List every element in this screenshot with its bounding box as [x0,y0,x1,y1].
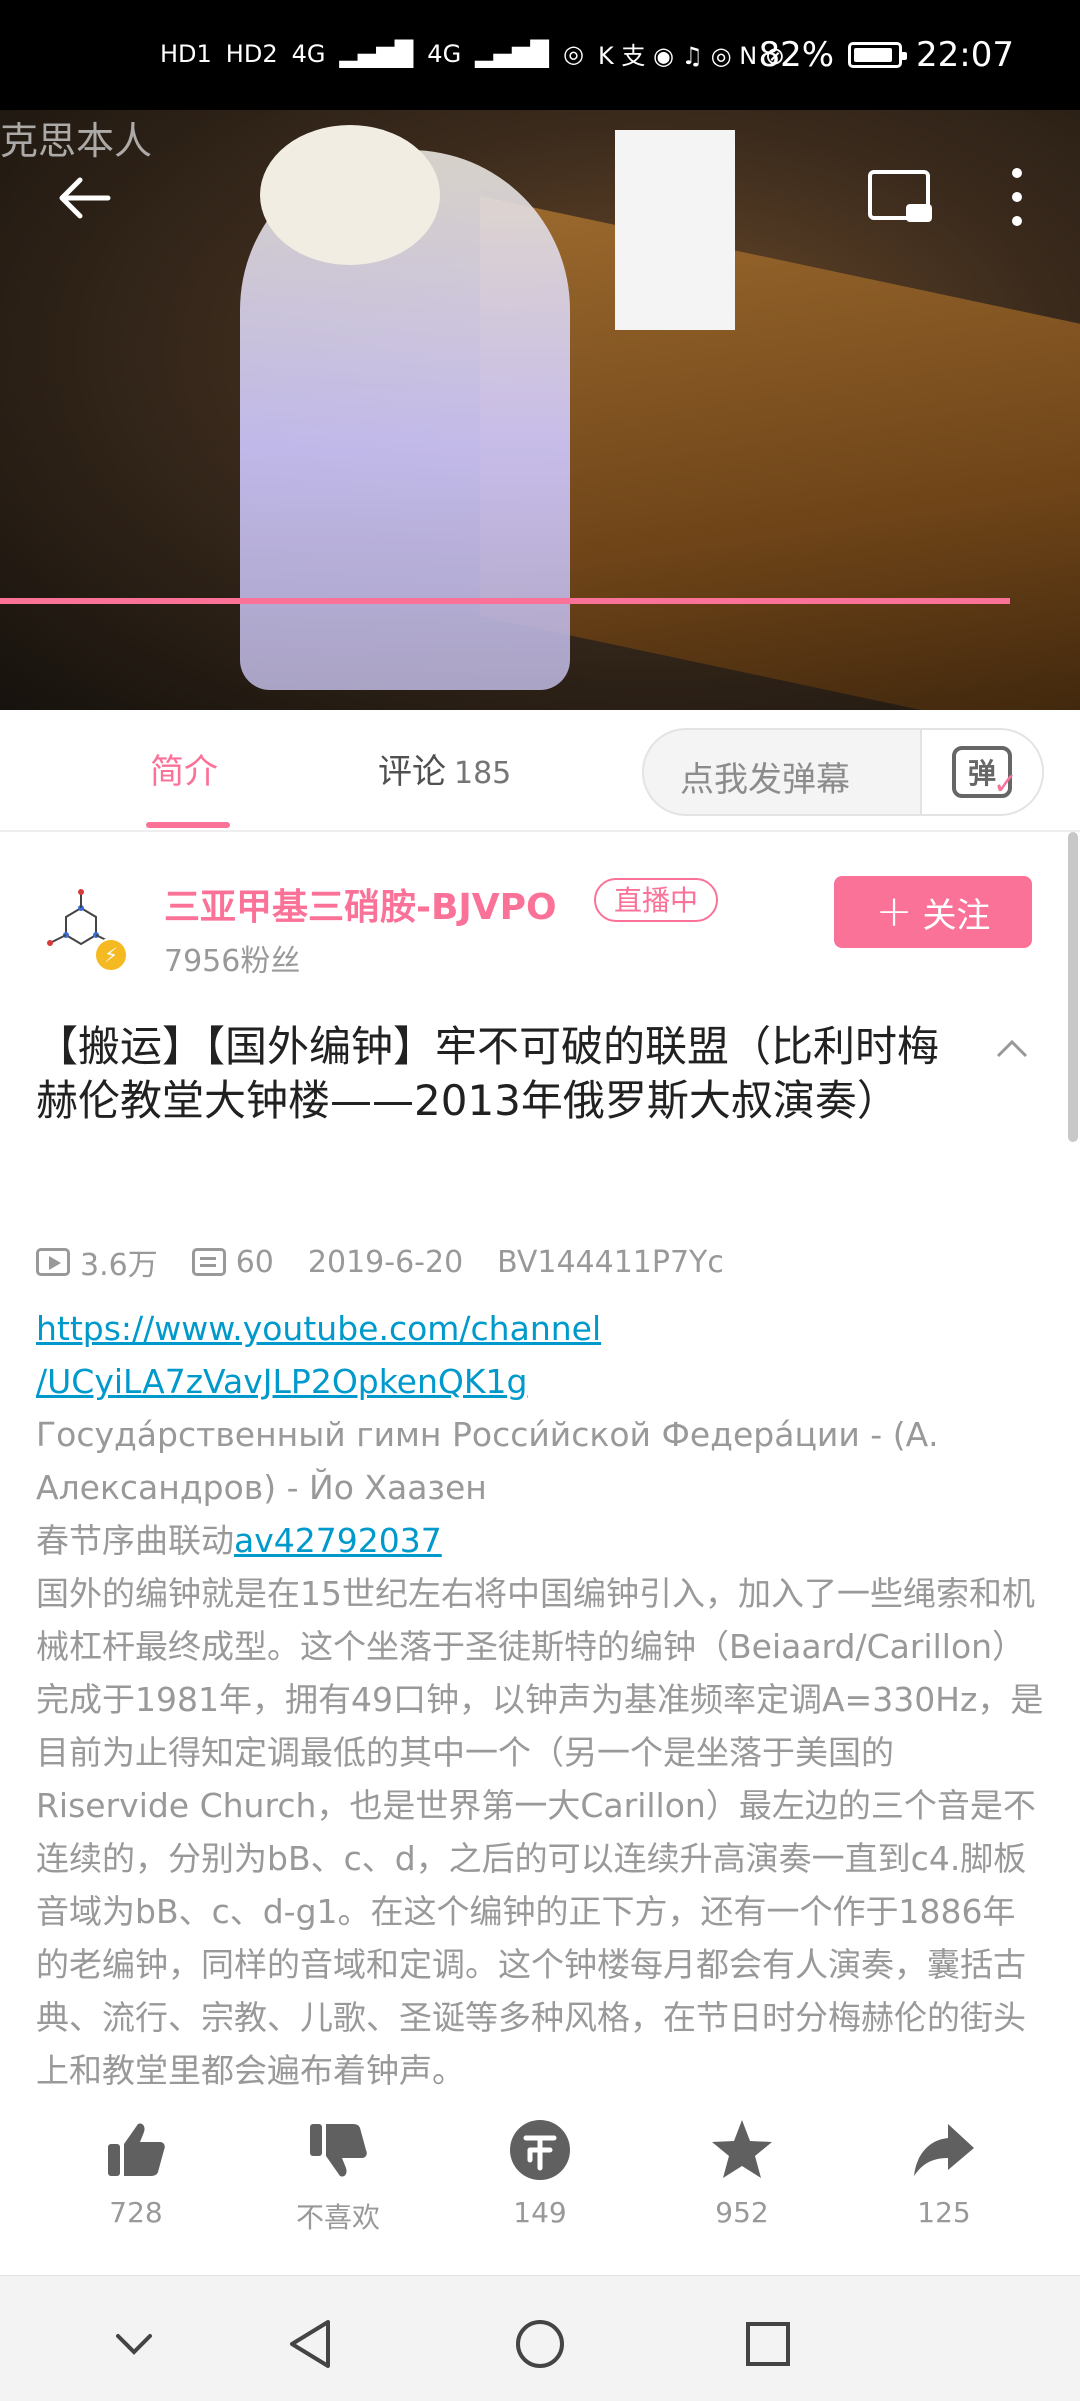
check-icon: ✓ [992,767,1018,802]
coin-icon [508,2118,572,2182]
notification-icons: K 支 ◉ ♫ ◎ N ⊘ [597,42,785,70]
system-nav-bar [0,2275,1080,2401]
danmaku-count-icon [191,1248,226,1276]
tab-comments-count: 185 [454,756,512,791]
danmaku-icon-glyph: 弹 [967,757,996,790]
video-watermark: 克思本人 [0,119,153,163]
hotspot-icon: ◎ [563,39,584,68]
video-progress-bar[interactable] [0,598,1010,604]
hd2-label: HD2 [225,39,278,68]
festival-av-link[interactable]: av42792037 [234,1521,442,1560]
chevron-down-icon[interactable] [104,2314,164,2374]
network-4g-label-2: 4G [427,39,462,68]
action-bar: 728 不喜欢 149 952 125 [0,2118,1080,2248]
play-count-icon [36,1248,70,1276]
anthem-text: Госуда́рственный гимн Росси́йской Федера… [36,1415,939,1507]
festival-line: 春节序曲联动av42792037 [36,1514,1046,1567]
chevron-up-icon[interactable] [996,1032,1028,1064]
view-count: 3.6万 [80,1248,158,1283]
fans-count: 7956粉丝 [164,944,301,979]
battery-icon [848,42,908,68]
clock: 22:07 [916,35,1014,75]
network-4g-label: 4G [291,39,326,68]
scrollbar[interactable] [1068,832,1078,1142]
tab-bar: 简介 评论 185 点我发弹幕 弹 ✓ [0,714,1080,832]
thumbs-up-icon [104,2118,168,2182]
coin-button[interactable]: 149 [470,2118,610,2229]
video-player[interactable]: 克思本人 [0,110,1080,710]
follow-button[interactable]: + 关注 [834,876,1032,948]
coin-count: 149 [513,2196,567,2229]
share-arrow-icon [912,2118,976,2182]
live-badge[interactable]: 直播中 [594,878,719,922]
tab-comments[interactable]: 评论 185 [378,744,511,793]
back-arrow-icon[interactable] [56,170,112,226]
signal-bars-icon: ▂▄▆█ [339,39,414,68]
follow-label: 关注 [922,895,991,936]
tab-intro[interactable]: 简介 [150,744,218,793]
youtube-link-line1[interactable]: https://www.youtube.com/channel [36,1302,1046,1355]
favorite-button[interactable]: 952 [672,2118,812,2229]
danmaku-input[interactable]: 点我发弹幕 弹 ✓ [642,728,1044,816]
nav-back-icon[interactable] [280,2314,340,2374]
plus-icon: + [875,886,913,937]
dislike-button[interactable]: 不喜欢 [268,2118,408,2236]
description-body: 国外的编钟就是在15世纪左右将中国编钟引入，加入了一些绳索和机械杠杆最终成型。这… [36,1574,1044,2090]
more-options-icon[interactable] [1010,168,1024,228]
nav-home-icon[interactable] [510,2314,570,2374]
verified-lightning-icon: ⚡ [94,938,128,972]
danmaku-count: 60 [235,1244,274,1280]
music-sheet [615,130,735,330]
hd1-label: HD1 [160,39,212,68]
status-bar: HD1 HD2 4G ▂▄▆█ 4G ▂▄▆█ ◎ K 支 ◉ ♫ ◎ N ⊘ … [0,0,1080,110]
uploader-name[interactable]: 三亚甲基三硝胺-BJVPO [164,878,557,930]
carillon-console [480,196,1080,710]
video-title: 【搬运】【国外编钟】牢不可破的联盟（比利时梅赫伦教堂大钟楼——2013年俄罗斯大… [36,1022,940,1125]
video-description: https://www.youtube.com/channel /UCyiLA7… [36,1302,1046,2097]
signal-indicators: HD1 HD2 4G ▂▄▆█ 4G ▂▄▆█ ◎ K 支 ◉ ♫ ◎ N ⊘ [160,36,785,71]
danmaku-icon: 弹 ✓ [952,746,1018,802]
nav-recents-icon[interactable] [738,2314,798,2374]
picture-in-picture-icon[interactable] [868,170,932,222]
danmaku-placeholder: 点我发弹幕 [680,760,850,800]
star-icon [710,2118,774,2182]
bv-id: BV144411P7Yc [497,1244,724,1280]
share-count: 125 [917,2196,971,2229]
festival-prefix: 春节序曲联动 [36,1521,234,1560]
like-button[interactable]: 728 [66,2118,206,2229]
like-count: 728 [109,2196,163,2229]
signal-bars-icon-2: ▂▄▆█ [475,39,549,68]
favorite-count: 952 [715,2196,769,2229]
tab-comments-label: 评论 [378,752,446,792]
dislike-label: 不喜欢 [295,2201,380,2234]
thumbs-down-icon [306,2118,370,2182]
share-button[interactable]: 125 [874,2118,1014,2229]
publish-date: 2019-6-20 [307,1244,464,1280]
tab-active-indicator [146,822,230,828]
performer-head [260,125,440,265]
video-stats: 3.6万 60 2019-6-20 BV144411P7Yc [36,1240,724,1284]
youtube-link-line2[interactable]: /UCyiLA7zVavJLP2OpkenQK1g [36,1355,1046,1408]
danmaku-toggle-button[interactable]: 弹 ✓ [920,730,1042,814]
